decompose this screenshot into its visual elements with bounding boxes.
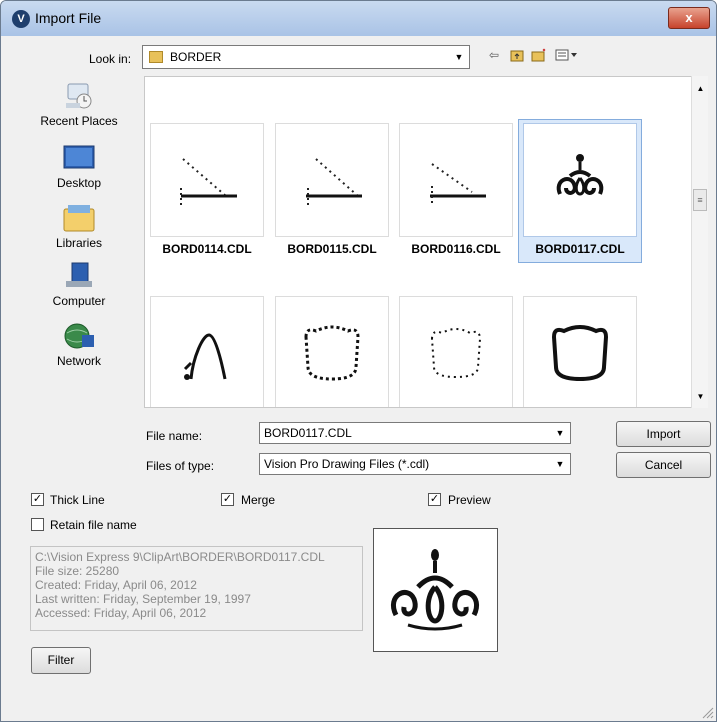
recent-places-icon xyxy=(66,83,92,109)
filter-button[interactable]: Filter xyxy=(31,647,91,674)
scroll-thumb[interactable]: ≡ xyxy=(693,189,707,211)
preview-image xyxy=(391,549,479,631)
file-thumbnail-selected[interactable] xyxy=(523,123,637,237)
preview-pane xyxy=(373,528,498,652)
file-thumbnail[interactable] xyxy=(275,123,389,237)
scroll-up-icon[interactable]: ▲ xyxy=(692,80,709,97)
close-button[interactable]: x xyxy=(668,7,710,29)
preview-checkbox[interactable]: ✓ xyxy=(428,493,441,506)
file-size: File size: 25280 xyxy=(35,564,120,578)
desktop-icon xyxy=(63,145,95,169)
preview-label[interactable]: Preview xyxy=(448,493,491,507)
scroll-down-icon[interactable]: ▼ xyxy=(692,388,709,405)
file-thumbnail[interactable] xyxy=(275,296,389,407)
chevron-down-icon[interactable]: ▼ xyxy=(450,47,468,67)
file-path: C:\Vision Express 9\ClipArt\BORDER\BORD0… xyxy=(35,550,325,564)
file-name-selected[interactable]: BORD0117.CDL xyxy=(518,242,642,256)
look-in-label: Look in: xyxy=(89,52,132,66)
file-last-written: Last written: Friday, September 19, 1997 xyxy=(35,592,251,606)
file-name-input[interactable]: BORD0117.CDL ▼ xyxy=(259,422,571,444)
file-created: Created: Friday, April 06, 2012 xyxy=(35,578,197,592)
cancel-button[interactable]: Cancel xyxy=(616,452,711,478)
place-label: Libraries xyxy=(55,236,103,250)
file-thumbnail[interactable] xyxy=(399,296,513,407)
merge-label[interactable]: Merge xyxy=(241,493,275,507)
app-logo-icon: V xyxy=(12,10,30,28)
libraries-icon xyxy=(63,205,95,232)
file-type-value: Vision Pro Drawing Files (*.cdl) xyxy=(264,457,430,471)
resize-grip-icon[interactable] xyxy=(700,705,714,719)
place-desktop[interactable]: Desktop xyxy=(29,143,129,190)
file-name-value: BORD0117.CDL xyxy=(264,426,352,440)
file-info-panel: C:\Vision Express 9\ClipArt\BORDER\BORD0… xyxy=(30,546,363,631)
chevron-down-icon[interactable]: ▼ xyxy=(551,454,569,474)
place-computer[interactable]: Computer xyxy=(29,261,129,308)
file-name[interactable]: BORD0115.CDL xyxy=(270,242,394,256)
file-name-label: File name: xyxy=(146,429,203,443)
retain-file-name-checkbox[interactable] xyxy=(31,518,44,531)
merge-checkbox[interactable]: ✓ xyxy=(221,493,234,506)
file-name[interactable]: BORD0116.CDL xyxy=(394,242,518,256)
file-list[interactable]: BORD0114.CDL BORD0115.CDL BORD0116.CDL B… xyxy=(144,76,692,408)
look-in-dropdown[interactable]: BORDER ▼ xyxy=(142,45,470,69)
file-thumbnail[interactable] xyxy=(399,123,513,237)
up-folder-icon[interactable] xyxy=(510,48,524,64)
place-recent-places[interactable]: Recent Places xyxy=(29,81,129,128)
place-libraries[interactable]: Libraries xyxy=(29,203,129,250)
dialog-title: Import File xyxy=(35,10,102,26)
import-file-dialog: V Import File x Look in: BORDER ▼ ⇦ Rece… xyxy=(0,0,717,722)
vertical-scrollbar[interactable]: ▲ ≡ ▼ xyxy=(691,76,708,408)
view-menu-icon[interactable] xyxy=(555,48,579,64)
computer-icon xyxy=(66,262,92,287)
thick-line-label[interactable]: Thick Line xyxy=(50,493,105,507)
file-type-dropdown[interactable]: Vision Pro Drawing Files (*.cdl) ▼ xyxy=(259,453,571,475)
place-label: Network xyxy=(56,354,101,368)
place-label: Desktop xyxy=(56,176,102,190)
import-button[interactable]: Import xyxy=(616,421,711,447)
thick-line-checkbox[interactable]: ✓ xyxy=(31,493,44,506)
title-bar[interactable]: V Import File x xyxy=(1,1,716,36)
back-arrow-icon[interactable]: ⇦ xyxy=(489,48,499,64)
file-thumbnail[interactable] xyxy=(150,123,264,237)
folder-icon xyxy=(149,51,163,63)
retain-file-name-label[interactable]: Retain file name xyxy=(50,518,137,532)
clipped-row-above xyxy=(153,77,673,81)
file-thumbnail[interactable] xyxy=(523,296,637,407)
new-folder-icon[interactable] xyxy=(531,48,547,64)
place-label: Computer xyxy=(52,294,106,308)
place-label: Recent Places xyxy=(40,114,118,128)
place-network[interactable]: Network xyxy=(29,321,129,368)
file-type-label: Files of type: xyxy=(146,459,215,473)
file-thumbnail[interactable] xyxy=(150,296,264,407)
file-name[interactable]: BORD0114.CDL xyxy=(145,242,269,256)
chevron-down-icon[interactable]: ▼ xyxy=(551,423,569,443)
look-in-value: BORDER xyxy=(170,50,222,64)
network-icon xyxy=(64,323,94,349)
file-accessed: Accessed: Friday, April 06, 2012 xyxy=(35,606,207,620)
